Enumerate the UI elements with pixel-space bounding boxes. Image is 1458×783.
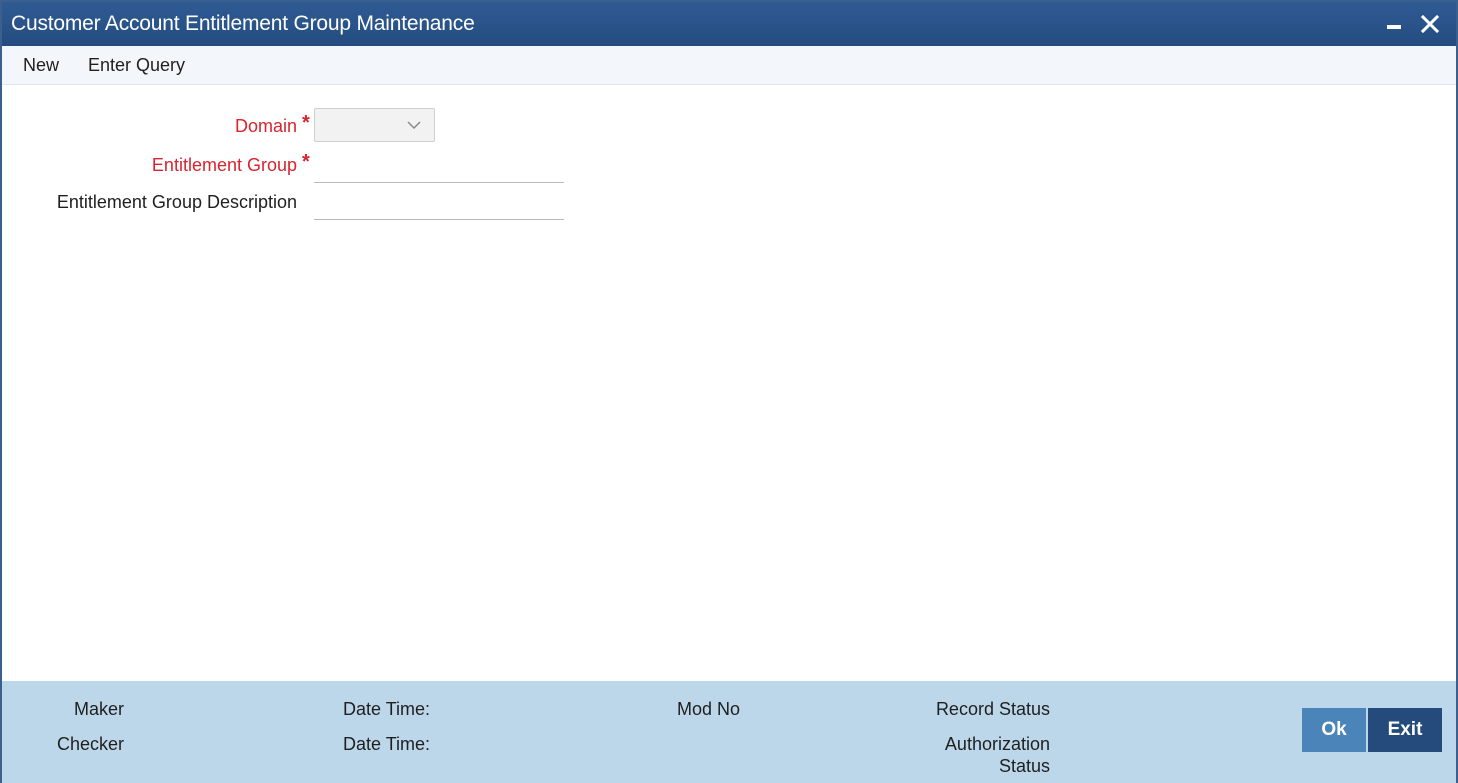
audit-footer: Maker Checker Date Time: Date Time: Mod …	[2, 681, 1456, 783]
entitlement-group-row: Entitlement Group *	[2, 147, 1456, 183]
entitlement-group-label: Entitlement Group	[151, 154, 297, 175]
close-icon	[1421, 15, 1439, 33]
domain-select[interactable]	[314, 108, 435, 142]
exit-button[interactable]: Exit	[1368, 708, 1442, 752]
maker-date-time-label: Date Time:	[343, 699, 431, 719]
entitlement-group-description-row: Entitlement Group Description	[2, 184, 1456, 220]
checker-date-time-label: Date Time:	[343, 734, 431, 754]
close-button[interactable]	[1412, 6, 1448, 42]
authorization-status-label-line1: Authorization	[944, 734, 1050, 754]
window-title: Customer Account Entitlement Group Maint…	[11, 12, 475, 35]
window-controls	[1376, 2, 1448, 46]
domain-required-mark: *	[302, 112, 310, 134]
title-bar: Customer Account Entitlement Group Maint…	[2, 2, 1456, 46]
record-status-label: Record Status	[935, 699, 1050, 719]
entitlement-group-required-mark: *	[302, 151, 310, 173]
domain-row: Domain *	[2, 108, 1456, 144]
checker-label: Checker	[57, 734, 125, 754]
minimize-icon	[1387, 25, 1401, 29]
maintenance-window: Customer Account Entitlement Group Maint…	[0, 0, 1458, 783]
enter-query-menu-item[interactable]: Enter Query	[88, 55, 185, 76]
menu-bar: New Enter Query	[2, 46, 1456, 85]
authorization-status-label-line2: Status	[998, 756, 1050, 776]
minimize-button[interactable]	[1376, 6, 1412, 42]
entitlement-group-input[interactable]	[314, 147, 564, 183]
mod-no-label: Mod No	[677, 699, 741, 719]
entitlement-group-description-input[interactable]	[314, 184, 564, 220]
domain-label: Domain	[234, 115, 297, 136]
entitlement-group-description-label: Entitlement Group Description	[56, 191, 297, 212]
maker-label: Maker	[74, 699, 125, 719]
new-menu-item[interactable]: New	[23, 55, 59, 76]
ok-button[interactable]: Ok	[1302, 708, 1366, 752]
chevron-down-icon	[407, 121, 421, 130]
